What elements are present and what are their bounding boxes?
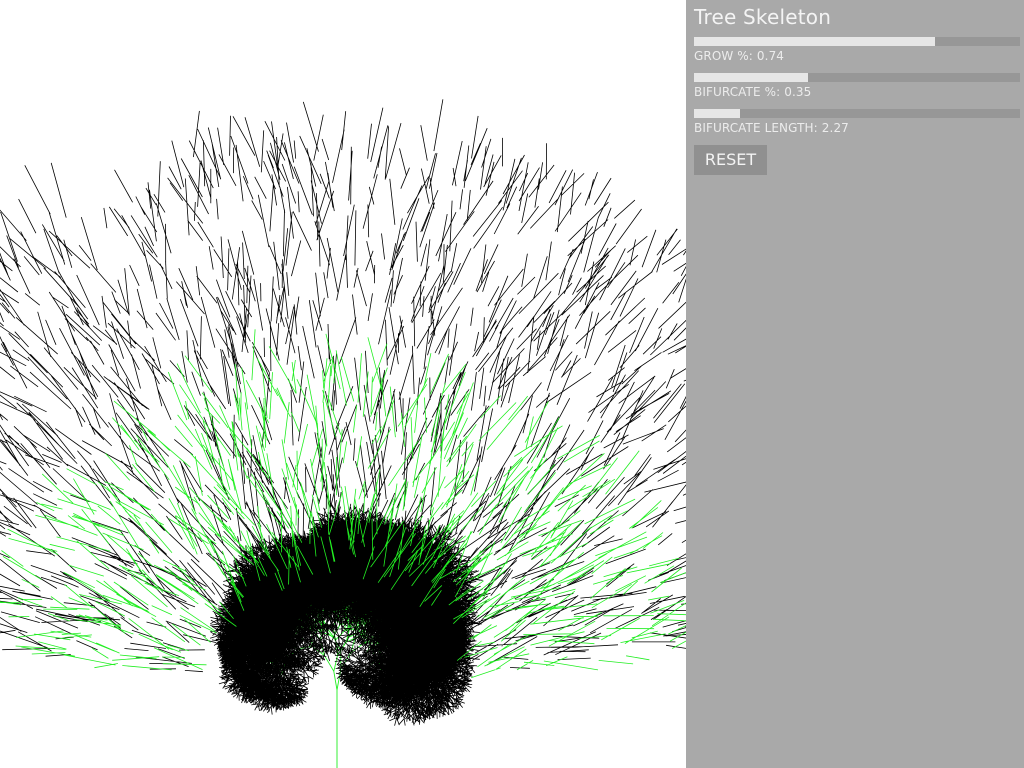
bifurcate-slider: BIFURCATE %: 0.35 [694, 73, 1020, 99]
tree-skeleton-drawing [0, 99, 686, 768]
bifurcate-length-value: 2.27 [821, 121, 849, 135]
bifurcate-value: 0.35 [784, 85, 812, 99]
grow-slider-fill [694, 37, 936, 46]
control-panel: Tree Skeleton GROW %: 0.74 BIFURCATE %: 0.… [686, 0, 1024, 768]
grow-value: 0.74 [756, 49, 785, 63]
grow-slider: GROW %: 0.74 [694, 37, 1020, 63]
bifurcate-slider-track[interactable] [694, 73, 1020, 82]
app-window: Tree Skeleton GROW %: 0.74 BIFURCATE %: 0.… [0, 0, 1024, 768]
grow-slider-track[interactable] [694, 37, 1020, 46]
bifurcate-length-slider-fill [694, 109, 740, 118]
bifurcate-length-slider: BIFURCATE LENGTH: 2.27 [694, 109, 1020, 135]
bifurcate-slider-fill [694, 73, 809, 82]
bifurcate-slider-label: BIFURCATE %: 0.35 [694, 85, 1020, 99]
grow-label-text: GROW %: [694, 49, 753, 63]
panel-title: Tree Skeleton [694, 5, 832, 29]
canopy-green-strokes [0, 329, 686, 679]
reset-button[interactable]: RESET [694, 145, 767, 175]
bifurcate-label-text: BIFURCATE %: [694, 85, 781, 99]
tree-canvas[interactable] [0, 0, 686, 768]
grow-slider-label: GROW %: 0.74 [694, 49, 1020, 63]
bifurcate-length-label-text: BIFURCATE LENGTH: [694, 121, 818, 135]
bifurcate-length-slider-track[interactable] [694, 109, 1020, 118]
bifurcate-length-slider-label: BIFURCATE LENGTH: 2.27 [694, 121, 1020, 135]
